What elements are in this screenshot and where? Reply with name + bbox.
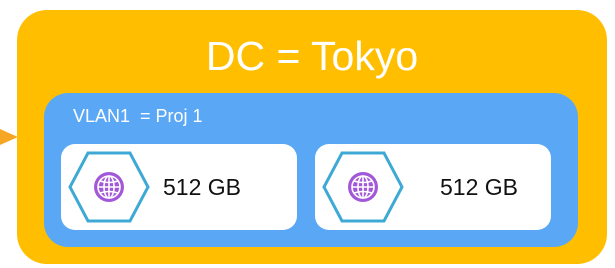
node-size-label: 512 GB — [440, 174, 518, 200]
datacenter-box: DC = Tokyo VLAN1 = Proj 1 512 GB 512 GB — [17, 10, 607, 264]
storage-node-2: 512 GB — [315, 144, 551, 230]
vlan-box: VLAN1 = Proj 1 512 GB 512 GB — [44, 93, 578, 247]
storage-node-1: 512 GB — [61, 144, 297, 230]
globe-hexagon-icon — [68, 151, 150, 223]
vlan-label: VLAN1 = Proj 1 — [73, 106, 203, 126]
node-size-label: 512 GB — [163, 174, 241, 200]
globe-hexagon-icon — [322, 151, 404, 223]
datacenter-title: DC = Tokyo — [205, 33, 419, 79]
diagram-canvas: DC = Tokyo VLAN1 = Proj 1 512 GB 512 GB — [0, 0, 615, 268]
